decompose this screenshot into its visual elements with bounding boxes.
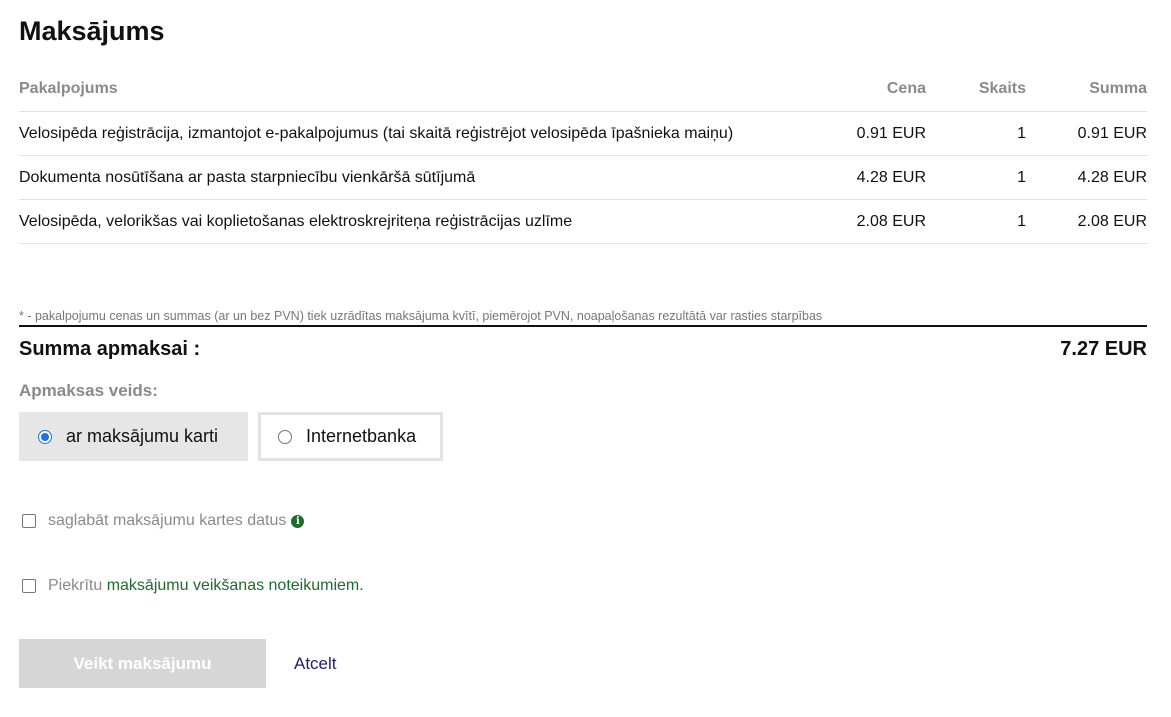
header-price: Cena: [806, 67, 926, 112]
services-table: Pakalpojums Cena Skaits Summa Velosipēda…: [19, 67, 1147, 244]
agree-terms-row: Piekrītu maksājumu veikšanas noteikumiem…: [22, 577, 364, 595]
pay-button[interactable]: Veikt maksājumu: [19, 639, 266, 688]
radio-button-unselected[interactable]: [278, 429, 292, 444]
payment-option-label: Internetbanka: [306, 426, 417, 446]
payment-page: Maksājums Pakalpojums Cena Skaits Summa …: [0, 0, 1171, 717]
table-header-row: Pakalpojums Cena Skaits Summa: [19, 67, 1147, 112]
row-service: Dokumenta nosūtīšana ar pasta starpniecī…: [19, 155, 806, 200]
agree-prefix: Piekrītu: [48, 577, 107, 594]
save-card-row: saglabāt maksājumu kartes datus i: [22, 512, 305, 530]
row-count: 1: [926, 199, 1026, 244]
payment-option-card[interactable]: ar maksājumu karti: [19, 412, 248, 461]
cancel-link[interactable]: Atcelt: [294, 654, 337, 674]
payment-option-internetbank[interactable]: Internetbanka: [258, 412, 443, 461]
info-icon[interactable]: i: [291, 514, 305, 528]
row-price: 0.91 EUR: [806, 111, 926, 156]
row-price: 2.08 EUR: [806, 199, 926, 244]
save-card-checkbox[interactable]: [22, 514, 36, 528]
terms-link[interactable]: maksājumu veikšanas noteikumiem: [107, 577, 360, 595]
row-sum: 2.08 EUR: [1026, 199, 1147, 244]
table-row: Velosipēda, velorikšas vai koplietošanas…: [19, 199, 1147, 244]
header-service: Pakalpojums: [19, 67, 806, 112]
radio-button-selected[interactable]: [38, 429, 52, 444]
row-count: 1: [926, 111, 1026, 156]
header-sum: Summa: [1026, 67, 1147, 112]
page-title: Maksājums: [19, 16, 165, 46]
row-sum: 4.28 EUR: [1026, 155, 1147, 200]
total-label: Summa apmaksai :: [19, 338, 201, 360]
total-value: 7.27 EUR: [1060, 338, 1147, 360]
agree-terms-checkbox[interactable]: [22, 579, 36, 593]
payment-method-label: Apmaksas veids:: [19, 381, 158, 400]
table-row: Dokumenta nosūtīšana ar pasta starpniecī…: [19, 155, 1147, 200]
row-price: 4.28 EUR: [806, 155, 926, 200]
row-service: Velosipēda reģistrācija, izmantojot e-pa…: [19, 111, 806, 156]
table-row: Velosipēda reģistrācija, izmantojot e-pa…: [19, 111, 1147, 156]
row-sum: 0.91 EUR: [1026, 111, 1147, 156]
row-service: Velosipēda, velorikšas vai koplietošanas…: [19, 199, 806, 244]
agree-suffix: .: [359, 577, 364, 594]
payment-option-label: ar maksājumu karti: [66, 426, 219, 446]
save-card-label: saglabāt maksājumu kartes datus: [48, 512, 287, 529]
vat-footnote: * - pakalpojumu cenas un summas (ar un b…: [19, 309, 1147, 327]
total-row: Summa apmaksai : 7.27 EUR: [19, 338, 1147, 361]
header-count: Skaits: [926, 67, 1026, 112]
row-count: 1: [926, 155, 1026, 200]
